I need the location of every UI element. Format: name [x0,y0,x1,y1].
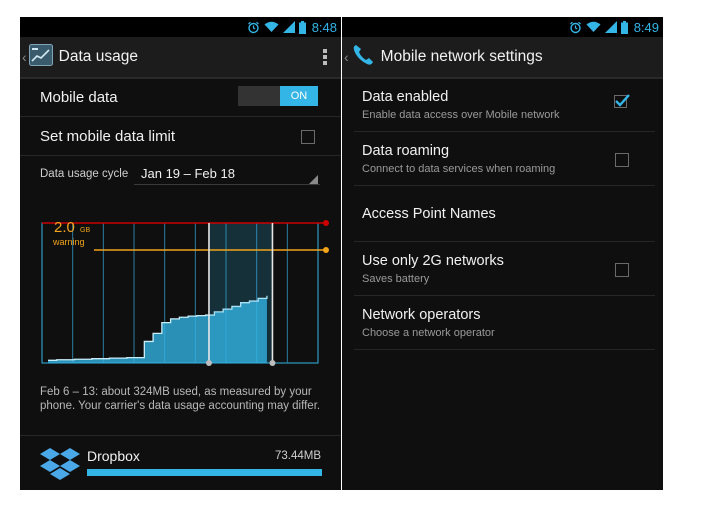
app-usage-bar-fill [87,469,322,476]
up-caret-icon[interactable]: ‹ [22,49,27,65]
status-bar: 8:48 [20,17,341,37]
access-point-names-label: Access Point Names [362,206,496,222]
use-2g-row[interactable]: Use only 2G networks Saves battery [342,243,663,296]
divider [354,241,655,242]
network-operators-summary: Choose a network operator [362,327,495,339]
warning-handle[interactable] [323,247,329,253]
data-usage-chart[interactable]: 2.0 GB warning [40,203,330,369]
wifi-icon [264,21,279,33]
mobile-data-label: Mobile data [40,89,118,106]
set-limit-row[interactable]: Set mobile data limit [20,117,341,156]
network-operators-row[interactable]: Network operators Choose a network opera… [342,297,663,350]
battery-icon [298,20,306,34]
data-enabled-label: Data enabled [362,89,449,105]
usage-note: Feb 6 – 13: about 324MB used, as measure… [40,386,321,412]
action-bar: ‹ Data usage [20,37,341,79]
set-limit-checkbox[interactable] [301,130,315,144]
warning-value: 2.0 [54,219,75,236]
toggle-on-label: ON [280,86,318,106]
data-roaming-checkbox[interactable] [615,153,629,167]
mobile-data-row[interactable]: Mobile data ON [20,79,341,117]
data-enabled-summary: Enable data access over Mobile network [362,109,560,121]
limit-handle[interactable] [323,220,329,226]
status-time: 8:48 [311,19,337,35]
cycle-row[interactable]: Data usage cycle Jan 19 – Feb 18 [20,163,341,185]
data-roaming-label: Data roaming [362,143,450,159]
battery-icon [620,20,628,34]
cycle-label: Data usage cycle [40,168,129,180]
divider [354,131,655,132]
up-caret-icon[interactable]: ‹ [344,49,349,65]
mobile-network-settings-screen: 8:49 ‹ Mobile network settings Data enab… [342,17,663,490]
data-roaming-summary: Connect to data services when roaming [362,163,556,175]
warning-label: warning [52,237,85,247]
sweep-handle-end-knob[interactable] [269,360,276,366]
cycle-underline [134,184,320,185]
signal-icon [604,21,617,33]
network-operators-label: Network operators [362,307,481,323]
alarm-icon [247,21,260,34]
mobile-data-toggle[interactable]: ON [238,86,318,106]
data-roaming-row[interactable]: Data roaming Connect to data services wh… [342,133,663,186]
data-usage-app-icon[interactable] [28,43,53,71]
app-name: Dropbox [87,448,140,464]
page-title: Mobile network settings [380,48,543,65]
use-2g-label: Use only 2G networks [362,253,504,269]
dropdown-corner-icon [309,175,318,184]
use-2g-summary: Saves battery [362,273,430,285]
sweep-handle-start-knob[interactable] [205,360,212,366]
page-title: Data usage [58,48,138,65]
use-2g-checkbox[interactable] [615,263,629,277]
phone-app-icon[interactable] [351,43,375,72]
selected-range [208,223,273,363]
app-size: 73.44MB [274,450,321,462]
wifi-icon [586,21,601,33]
app-usage-bar [87,469,322,476]
access-point-names-row[interactable]: Access Point Names [342,187,663,242]
set-limit-label: Set mobile data limit [40,128,176,145]
divider [354,185,655,186]
warning-unit: GB [80,227,90,234]
status-bar: 8:49 [342,17,663,37]
divider [354,349,655,350]
app-usage-row[interactable]: Dropbox 73.44MB [20,435,341,490]
dropbox-icon [40,446,80,487]
divider [354,295,655,296]
overflow-menu-icon[interactable] [323,49,327,70]
data-enabled-checkbox[interactable] [614,93,630,108]
signal-icon [282,21,295,33]
data-usage-screen: 8:48 ‹ Data usage Mobile data ON Set mob… [20,17,341,490]
alarm-icon [569,21,582,34]
status-time: 8:49 [633,19,659,35]
cycle-dropdown[interactable]: Jan 19 – Feb 18 [141,166,235,181]
data-enabled-row[interactable]: Data enabled Enable data access over Mob… [342,79,663,132]
action-bar: ‹ Mobile network settings [342,37,663,79]
